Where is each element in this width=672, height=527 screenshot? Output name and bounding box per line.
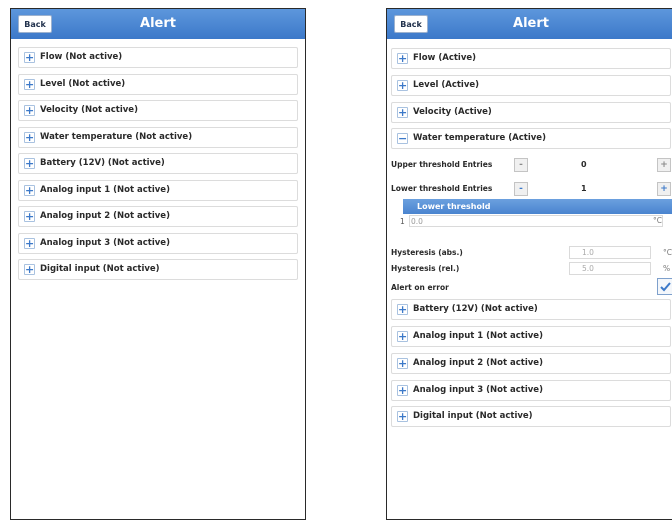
alert-item-label: Analog input 3 (Not active) bbox=[40, 237, 170, 248]
alert-item-label: Analog input 1 (Not active) bbox=[413, 330, 543, 341]
expand-icon: + bbox=[24, 51, 35, 64]
expand-icon: + bbox=[24, 210, 35, 223]
alert-on-error: Alert on error bbox=[391, 277, 672, 299]
left-screen: Alert Back + Flow (Not active) + Level (No… bbox=[10, 8, 306, 520]
alert-item-velocity[interactable]: + Velocity (Not active) bbox=[18, 100, 298, 121]
expand-icon: + bbox=[397, 329, 408, 343]
alert-item-label: Flow (Active) bbox=[413, 53, 477, 63]
alert-item-label: Level (Active) bbox=[413, 79, 480, 90]
upper-threshold-label: Upper threshold Entries bbox=[391, 160, 493, 170]
alert-item-flow[interactable]: + Flow (Not active) bbox=[18, 47, 298, 68]
expand-icon: + bbox=[397, 410, 408, 424]
lower-threshold-count: 1 bbox=[581, 184, 587, 194]
alert-list: + Flow (Not active) + Level (Not active) +… bbox=[11, 39, 305, 280]
checkmark-icon bbox=[660, 282, 671, 292]
page-title: Alert bbox=[140, 16, 176, 31]
alert-item-flow[interactable]: + Flow (Active) bbox=[391, 48, 671, 69]
upper-threshold-increment-button[interactable]: + bbox=[657, 158, 671, 173]
threshold-unit: °C bbox=[653, 216, 662, 226]
title-bar: Alert Back bbox=[387, 9, 672, 39]
hysteresis-rel-input[interactable]: 5.0 bbox=[569, 262, 651, 276]
lower-threshold-increment-button[interactable]: + bbox=[657, 182, 671, 197]
upper-threshold-count: 0 bbox=[581, 160, 587, 170]
alert-item-analog-input-3[interactable]: + Analog input 3 (Not active) bbox=[18, 232, 298, 254]
upper-threshold-entries: Upper threshold Entries - 0 + bbox=[391, 155, 671, 175]
alert-item-label: Analog input 2 (Not active) bbox=[413, 357, 543, 368]
alert-list: + Flow (Active) + Level (Active) + Velocity… bbox=[387, 39, 672, 428]
alert-item-label: Analog input 3 (Not active) bbox=[413, 384, 543, 395]
expand-icon: + bbox=[24, 236, 35, 250]
alert-item-velocity[interactable]: + Velocity (Active) bbox=[391, 101, 671, 123]
alert-item-battery[interactable]: + Battery (12V) (Not active) bbox=[18, 153, 298, 174]
alert-item-analog-input-2[interactable]: + Analog input 2 (Not active) bbox=[391, 352, 671, 374]
back-button[interactable]: Back bbox=[394, 15, 428, 33]
alert-item-digital-input[interactable]: + Digital input (Not active) bbox=[18, 259, 298, 280]
back-button[interactable]: Back bbox=[18, 15, 52, 33]
collapse-icon: − bbox=[397, 132, 408, 146]
alert-item-level[interactable]: + Level (Not active) bbox=[18, 73, 298, 95]
expand-icon: + bbox=[24, 263, 35, 276]
hysteresis-rel-label: Hysteresis (rel.) bbox=[391, 264, 460, 274]
lower-threshold-entries: Lower threshold Entries - 1 + bbox=[391, 179, 671, 199]
hysteresis-rel-unit: % bbox=[663, 264, 671, 274]
alert-item-analog-input-1[interactable]: + Analog input 1 (Not active) bbox=[391, 325, 671, 347]
alert-item-label: Water temperature (Not active) bbox=[40, 131, 193, 142]
lower-threshold-label: Lower threshold Entries bbox=[391, 184, 493, 194]
page-title: Alert bbox=[513, 16, 549, 31]
alert-item-label: Battery (12V) (Not active) bbox=[413, 304, 538, 315]
expand-icon: + bbox=[397, 105, 408, 119]
alert-item-label: Velocity (Active) bbox=[413, 106, 492, 117]
right-screen: Alert Back + Flow (Active) + Level (Active… bbox=[386, 8, 672, 520]
expand-icon: + bbox=[24, 130, 35, 144]
expand-icon: + bbox=[397, 78, 408, 92]
alert-item-digital-input[interactable]: + Digital input (Not active) bbox=[391, 406, 671, 428]
alert-item-analog-input-2[interactable]: + Analog input 2 (Not active) bbox=[18, 206, 298, 227]
alert-item-analog-input-3[interactable]: + Analog input 3 (Not active) bbox=[391, 379, 671, 401]
expand-icon: + bbox=[397, 356, 408, 370]
hysteresis-abs-unit: °C bbox=[663, 248, 672, 258]
expand-icon: + bbox=[24, 183, 35, 197]
alert-item-label: Analog input 1 (Not active) bbox=[40, 184, 170, 195]
alert-item-label: Velocity (Not active) bbox=[40, 105, 138, 115]
expand-icon: + bbox=[397, 303, 408, 317]
expand-icon: + bbox=[24, 104, 35, 117]
hysteresis-abs: Hysteresis (abs.) 1.0 °C bbox=[391, 245, 672, 261]
expand-icon: + bbox=[397, 52, 408, 65]
alert-item-label: Level (Not active) bbox=[40, 78, 126, 89]
hysteresis-rel: Hysteresis (rel.) 5.0 % bbox=[391, 261, 671, 277]
alert-item-label: Battery (12V) (Not active) bbox=[40, 158, 165, 168]
title-bar: Alert Back bbox=[11, 9, 305, 39]
hysteresis-abs-label: Hysteresis (abs.) bbox=[391, 248, 463, 258]
alert-item-water-temperature[interactable]: + Water temperature (Not active) bbox=[18, 126, 298, 148]
expand-icon: + bbox=[24, 157, 35, 170]
alert-item-label: Analog input 2 (Not active) bbox=[40, 211, 170, 221]
alert-item-water-temperature[interactable]: − Water temperature (Active) bbox=[391, 128, 671, 150]
alert-item-label: Water temperature (Active) bbox=[413, 133, 546, 144]
hysteresis-abs-input[interactable]: 1.0 bbox=[569, 246, 651, 260]
expand-icon: + bbox=[397, 383, 408, 397]
upper-threshold-decrement-button[interactable]: - bbox=[514, 158, 528, 173]
alert-item-battery[interactable]: + Battery (12V) (Not active) bbox=[391, 299, 671, 321]
alert-item-analog-input-1[interactable]: + Analog input 1 (Not active) bbox=[18, 179, 298, 201]
alert-item-label: Digital input (Not active) bbox=[413, 411, 533, 422]
threshold-index: 1 bbox=[400, 217, 405, 227]
alert-on-error-label: Alert on error bbox=[391, 283, 449, 293]
alert-item-level[interactable]: + Level (Active) bbox=[391, 74, 671, 96]
lower-threshold-header: Lower threshold bbox=[403, 199, 672, 215]
alert-item-label: Digital input (Not active) bbox=[40, 264, 160, 274]
expand-icon: + bbox=[24, 77, 35, 91]
alert-on-error-checkbox[interactable] bbox=[657, 278, 672, 296]
alert-item-label: Flow (Not active) bbox=[40, 52, 123, 62]
threshold-row: 1 0.0 °C bbox=[391, 214, 671, 229]
lower-threshold-decrement-button[interactable]: - bbox=[514, 182, 528, 197]
threshold-value-input[interactable]: 0.0 bbox=[409, 215, 663, 228]
